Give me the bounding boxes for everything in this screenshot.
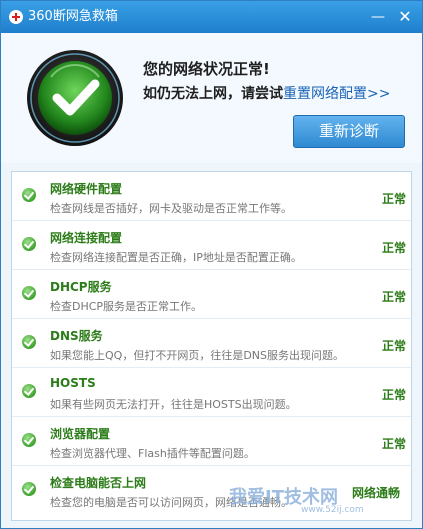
check-icon <box>22 482 36 496</box>
check-icon <box>22 188 36 202</box>
title-bar[interactable]: 360断网急救箱 — ✕ <box>1 1 422 33</box>
item-name: 检查电脑能否上网 <box>50 476 147 490</box>
list-item: DHCP服务 检查DHCP服务是否正常工作。 正常 <box>12 270 411 319</box>
item-name: 网络硬件配置 <box>50 182 123 196</box>
item-name: 网络连接配置 <box>50 231 123 245</box>
list-item: 浏览器配置 检查浏览器代理、Flash插件等配置问题。 正常 <box>12 417 411 466</box>
check-icon <box>22 237 36 251</box>
item-status: 正常 <box>382 192 407 206</box>
item-desc: 检查DHCP服务是否正常工作。 <box>50 300 203 313</box>
status-hint-text: 如仍无法上网，请尝试 <box>143 86 283 102</box>
window-title: 360断网急救箱 <box>28 9 118 24</box>
item-status: 正常 <box>382 290 407 304</box>
item-name: HOSTS <box>50 376 96 390</box>
status-hint: 如仍无法上网，请尝试重置网络配置>> <box>143 83 390 103</box>
check-icon <box>22 335 36 349</box>
item-name: DHCP服务 <box>50 280 112 294</box>
minimize-button[interactable]: — <box>367 7 389 27</box>
status-title: 您的网络状况正常! <box>143 60 270 78</box>
list-item: 网络硬件配置 检查网线是否插好，网卡及驱动是否正常工作等。 正常 <box>12 172 411 221</box>
list-item: HOSTS 如果有些网页无法打开，往往是HOSTS出现问题。 正常 <box>12 368 411 417</box>
item-status: 正常 <box>382 388 407 402</box>
check-icon <box>22 433 36 447</box>
diagnosis-list: 网络硬件配置 检查网线是否插好，网卡及驱动是否正常工作等。 正常 网络连接配置 … <box>11 171 412 521</box>
item-desc: 如果您能上QQ，但打不开网页，往往是DNS服务出现问题。 <box>50 349 344 362</box>
check-icon <box>22 384 36 398</box>
app-window: 360断网急救箱 — ✕ 您的网络状况正常! 如仍无法上网，请尝试重置网络配置>… <box>0 0 423 529</box>
status-panel: 您的网络状况正常! 如仍无法上网，请尝试重置网络配置>> 重新诊断 <box>1 33 422 163</box>
close-button[interactable]: ✕ <box>394 7 416 27</box>
item-desc: 检查浏览器代理、Flash插件等配置问题。 <box>50 447 255 460</box>
reset-network-link[interactable]: 重置网络配置>> <box>283 86 390 102</box>
list-item: 网络连接配置 检查网络连接配置是否正确，IP地址是否配置正确。 正常 <box>12 221 411 270</box>
item-status: 正常 <box>382 437 407 451</box>
list-item: DNS服务 如果您能上QQ，但打不开网页，往往是DNS服务出现问题。 正常 <box>12 319 411 368</box>
item-name: DNS服务 <box>50 329 103 343</box>
check-icon <box>22 286 36 300</box>
item-desc: 检查网线是否插好，网卡及驱动是否正常工作等。 <box>50 202 292 215</box>
app-logo-icon <box>9 10 23 24</box>
item-desc: 检查网络连接配置是否正确，IP地址是否配置正确。 <box>50 251 302 264</box>
item-name: 浏览器配置 <box>50 427 111 441</box>
check-icon <box>27 50 123 146</box>
item-status: 网络通畅 <box>352 486 401 500</box>
watermark-url: www.52ij.com <box>301 505 364 515</box>
item-desc: 如果有些网页无法打开，往往是HOSTS出现问题。 <box>50 398 297 411</box>
rediagnose-button[interactable]: 重新诊断 <box>293 115 405 148</box>
item-status: 正常 <box>382 339 407 353</box>
item-status: 正常 <box>382 241 407 255</box>
